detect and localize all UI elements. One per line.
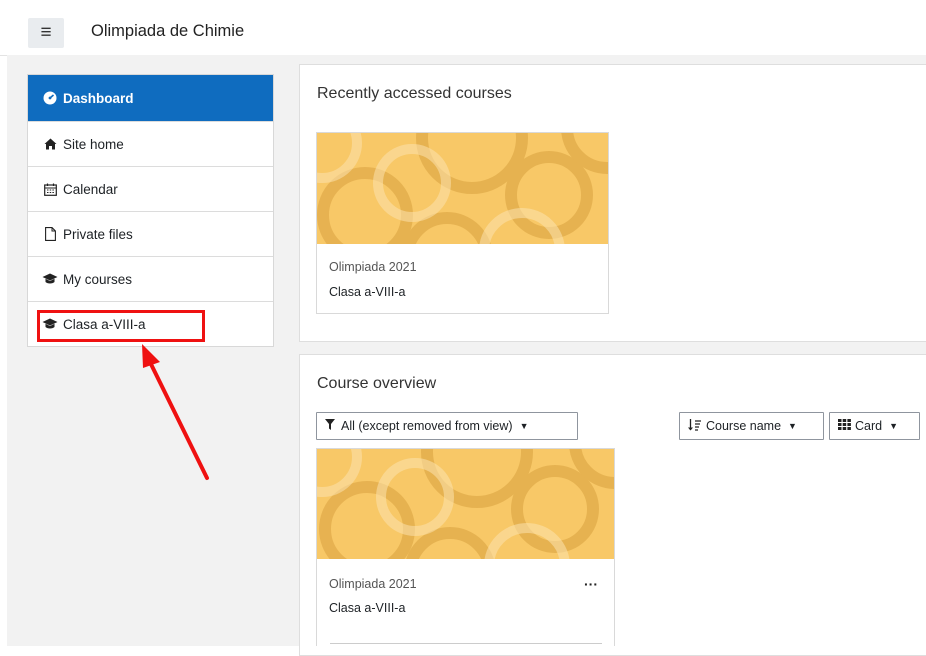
course-actions-menu[interactable]: ···: [584, 576, 598, 592]
graduation-cap-icon: [42, 273, 58, 285]
block-title: Course overview: [317, 375, 437, 392]
hamburger-menu-button[interactable]: ≡: [28, 18, 64, 48]
file-icon: [42, 227, 58, 241]
nav-list: Dashboard Site home Calendar Private fil…: [27, 74, 274, 347]
sort-dropdown[interactable]: Course name ▼: [679, 412, 824, 440]
block-title: Recently accessed courses: [317, 85, 512, 102]
view-dropdown[interactable]: Card ▼: [829, 412, 920, 440]
filter-dropdown[interactable]: All (except removed from view) ▼: [316, 412, 578, 440]
nav-item-label: Dashboard: [63, 90, 134, 106]
nav-item-my-courses[interactable]: My courses: [28, 256, 273, 301]
nav-item-calendar[interactable]: Calendar: [28, 166, 273, 211]
nav-item-dashboard[interactable]: Dashboard: [28, 75, 273, 121]
hamburger-icon: ≡: [40, 22, 52, 43]
home-icon: [42, 138, 58, 150]
site-title[interactable]: Olimpiada de Chimie: [91, 22, 244, 41]
dashboard-icon: [42, 91, 58, 105]
nav-item-label: Calendar: [63, 181, 118, 197]
course-category: Olimpiada 2021: [329, 577, 417, 591]
recent-course-card[interactable]: Olimpiada 2021 Clasa a-VIII-a: [316, 132, 609, 314]
overview-course-card[interactable]: Olimpiada 2021 Clasa a-VIII-a: [316, 448, 615, 646]
grid-icon: [838, 419, 851, 433]
nav-item-site-home[interactable]: Site home: [28, 121, 273, 166]
filter-label: All (except removed from view): [341, 419, 513, 433]
course-name-link[interactable]: Clasa a-VIII-a: [329, 285, 405, 299]
caret-down-icon: ▼: [889, 421, 899, 431]
nav-item-private-files[interactable]: Private files: [28, 211, 273, 256]
course-image[interactable]: [317, 449, 614, 559]
view-label: Card: [855, 419, 883, 433]
caret-down-icon: ▼: [788, 421, 797, 431]
calendar-icon: [42, 183, 58, 196]
nav-item-label: My courses: [63, 271, 133, 287]
course-name-link[interactable]: Clasa a-VIII-a: [329, 601, 405, 615]
sort-label: Course name: [706, 419, 782, 433]
top-navbar: ≡ Olimpiada de Chimie: [0, 0, 926, 56]
caret-down-icon: ▼: [519, 421, 529, 431]
nav-item-label: Private files: [63, 226, 133, 242]
filter-icon: [325, 419, 335, 433]
sort-alpha-icon: [688, 418, 701, 434]
card-divider: [330, 643, 602, 644]
course-category: Olimpiada 2021: [329, 260, 417, 274]
nav-item-label: Site home: [63, 136, 124, 152]
course-image[interactable]: [317, 133, 608, 244]
arrow-annotation: [142, 344, 209, 480]
